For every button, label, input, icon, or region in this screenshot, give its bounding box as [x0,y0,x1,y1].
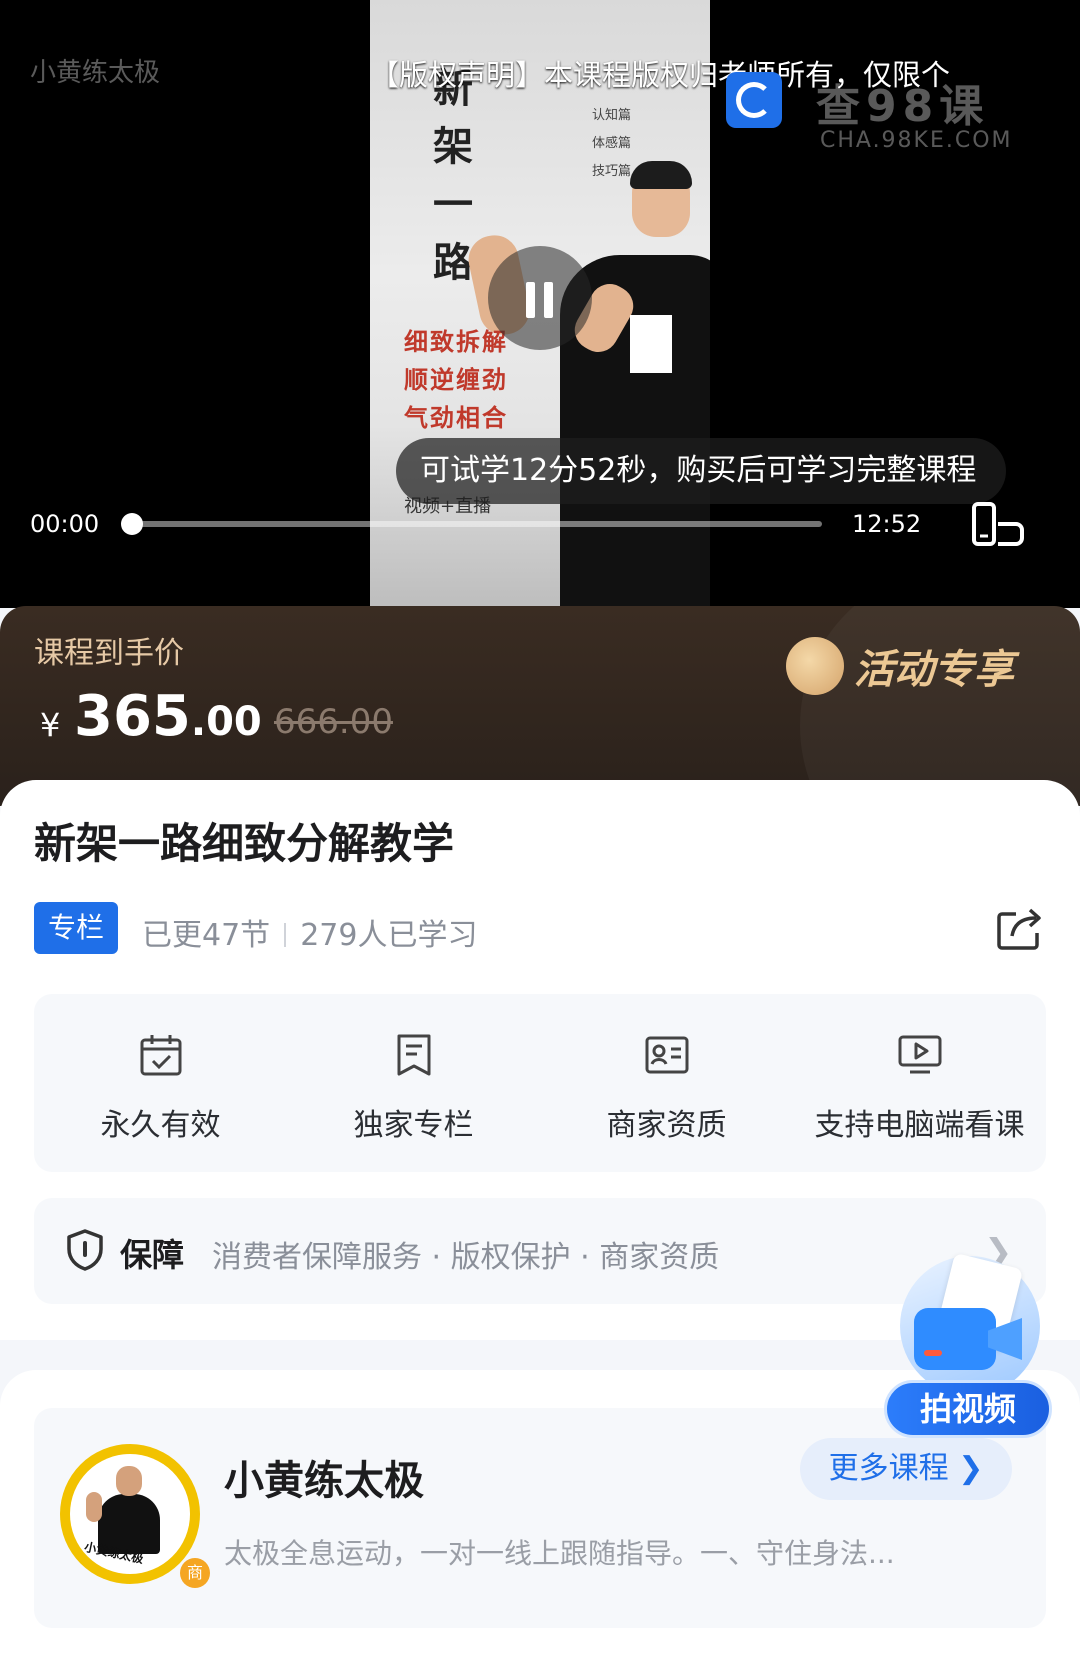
id-card-icon [645,1036,688,1074]
shop-name: 小黄练太极 [224,1458,424,1504]
avatar[interactable]: 小黄练太极 [60,1444,200,1584]
poster-chapter: 认知篇 [592,108,632,123]
feature-item[interactable]: 支持电脑端看课 [793,994,1046,1172]
progress-bar[interactable] [121,513,822,535]
pause-icon[interactable] [488,246,592,350]
feature-grid: 永久有效 独家专栏 商家资质 支持电脑端看课 [34,994,1046,1172]
video-player[interactable]: 新 架 一 路 认知篇 体感篇 技巧篇 细致拆解 顺逆缠劲 气劲相合 视频+直播… [0,0,1080,608]
poster-red-line: 细致拆解 [404,327,508,356]
camera-icon [914,1308,996,1370]
poster-red-line: 气劲相合 [404,403,508,432]
feature-label: 永久有效 [100,1108,221,1143]
progress-thumb[interactable] [121,513,143,535]
calendar-check-icon [140,1035,181,1076]
price-banner: 课程到手价 ¥ 365.00 666.00 活动专享 [0,606,1080,806]
shop-description: 太极全息运动，一对一线上跟随指导。一、守住身法... [224,1537,895,1570]
feature-item[interactable]: 商家资质 [540,994,793,1172]
instructor-figure [464,161,710,608]
price-label: 课程到手价 [34,636,184,671]
poster-chapter: 体感篇 [592,136,632,151]
feature-label: 支持电脑端看课 [814,1108,1025,1143]
price-decimal: .00 [190,699,262,745]
share-icon[interactable] [996,906,1044,950]
watermark-text: 查98课 [816,81,990,132]
learner-count: 279人已学习 [300,918,478,953]
column-tag: 专栏 [34,902,118,954]
monitor-play-icon [898,1035,941,1074]
merchant-badge: 商 [180,1558,210,1588]
shop-info[interactable]: 小黄练太极 商 小黄练太极 太极全息运动，一对一线上跟随指导。一、守住身法...… [34,1408,1046,1628]
watermark-sub: CHA.98KE.COM [820,128,1013,153]
channel-name: 小黄练太极 [30,58,161,88]
trial-notice: 可试学12分52秒，购买后可学习完整课程 [396,438,1007,504]
feature-item[interactable]: 独家专栏 [287,994,540,1172]
rotate-screen-icon[interactable] [970,502,1026,548]
guarantee-items: 消费者保障服务 · 版权保护 · 商家资质 [212,1240,720,1275]
shield-icon [67,1229,103,1271]
shoot-video-button[interactable]: 拍视频 [884,1252,1052,1440]
updated-count: 已更47节 [142,918,271,953]
meta-divider [284,923,287,947]
course-meta: 已更47节 279人已学习 [142,910,477,954]
poster-red-line: 顺逆缠劲 [404,365,508,394]
promo-text: 活动专享 [854,647,1014,693]
more-courses-button[interactable]: 更多课程 ❯ [800,1438,1012,1500]
guarantee-title: 保障 [120,1236,185,1274]
feature-item[interactable]: 永久有效 [34,994,287,1172]
dolphin-logo-icon [786,637,844,695]
feature-label: 商家资质 [606,1108,727,1143]
currency-symbol: ¥ [40,706,61,744]
course-title: 新架一路细致分解教学 [34,819,455,868]
promo-badge: 活动专享 [786,634,1014,698]
price-integer: 365 [74,684,191,749]
feature-label: 独家专栏 [353,1108,474,1143]
bookmark-doc-icon [397,1034,430,1076]
total-time: 12:52 [852,510,922,538]
record-dot-icon [924,1350,942,1356]
current-price: 365.00 [74,684,262,749]
poster-title-char: 架 [433,123,473,170]
shoot-video-label: 拍视频 [884,1380,1052,1438]
current-time: 00:00 [30,510,100,538]
watermark-logo-icon [726,72,782,128]
poster-title-char: 一 [433,181,473,228]
original-price: 666.00 [274,702,393,742]
